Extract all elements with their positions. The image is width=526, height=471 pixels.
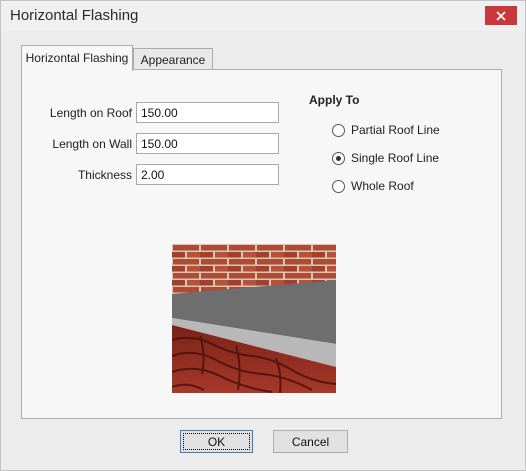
length-on-wall-label: Length on Wall [52, 137, 132, 151]
radio-single-roof-line[interactable]: Single Roof Line [332, 151, 439, 165]
title-bar[interactable]: Horizontal Flashing [1, 1, 525, 31]
tab-panel: Length on Roof Length on Wall Thickness … [21, 69, 502, 419]
radio-label: Single Roof Line [351, 151, 440, 165]
radio-whole-roof[interactable]: Whole Roof [332, 179, 414, 193]
thickness-label: Thickness [77, 168, 132, 182]
ok-button[interactable]: OK [180, 430, 253, 453]
tab-appearance[interactable]: Appearance [133, 48, 213, 70]
length-on-roof-label: Length on Roof [49, 106, 132, 120]
preview-illustration [172, 244, 336, 393]
flashing-preview-image [172, 244, 336, 393]
radio-button[interactable] [332, 123, 345, 137]
length-on-roof-input[interactable] [136, 102, 279, 123]
thickness-input[interactable] [136, 164, 279, 185]
cancel-button[interactable]: Cancel [273, 430, 348, 453]
close-button[interactable] [485, 6, 517, 25]
radio-button[interactable] [332, 179, 345, 193]
radio-label: Whole Roof [351, 179, 414, 193]
radio-label: Partial Roof Line [351, 123, 440, 137]
apply-to-heading: Apply To [309, 93, 360, 107]
dialog-window: Horizontal Flashing Horizontal Flashing … [0, 0, 526, 471]
close-icon [496, 10, 506, 21]
length-on-wall-input[interactable] [136, 133, 279, 154]
radio-button-selected[interactable] [332, 151, 345, 165]
window-title: Horizontal Flashing [10, 7, 139, 24]
radio-partial-roof-line[interactable]: Partial Roof Line [332, 123, 440, 137]
tab-horizontal-flashing[interactable]: Horizontal Flashing [21, 45, 133, 71]
